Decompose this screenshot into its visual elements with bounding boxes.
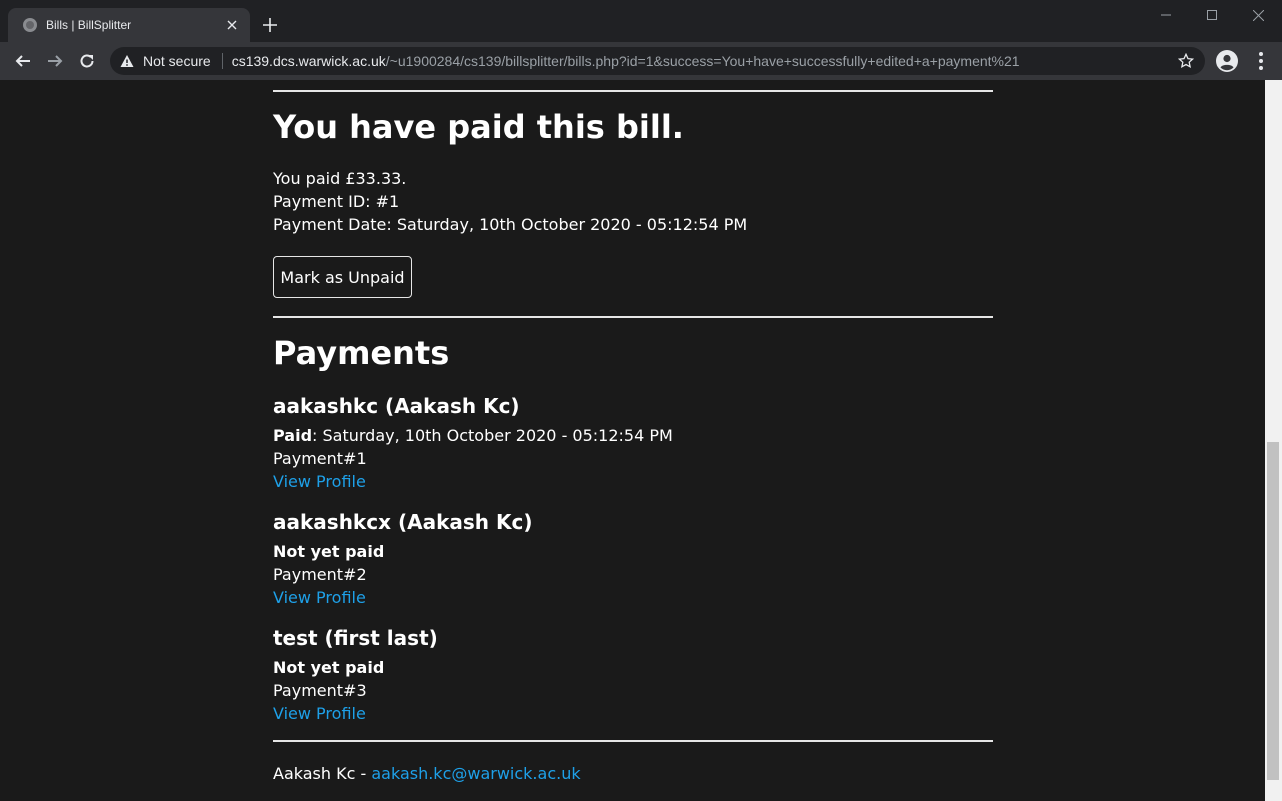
forward-arrow-icon[interactable] [41,47,69,75]
payment-status-label: Not yet paid [273,658,385,677]
payment-reference: Payment#1 [273,449,367,468]
close-tab-icon[interactable] [222,15,242,35]
profile-avatar-icon[interactable] [1215,49,1239,73]
scrollbar-thumb[interactable] [1267,442,1279,780]
close-window-icon[interactable] [1235,0,1281,30]
view-profile-link[interactable]: View Profile [273,470,366,493]
page-scrollbar[interactable] [1265,80,1282,801]
payment-user-name: test (first last) [273,626,438,650]
section-divider [273,316,993,318]
mark-as-unpaid-button[interactable]: Mark as Unpaid [273,256,412,298]
back-arrow-icon[interactable] [9,47,37,75]
address-bar[interactable]: Not secure cs139.dcs.warwick.ac.uk /~u19… [110,47,1205,75]
payment-status-label: Not yet paid [273,542,385,561]
payment-status: Not yet paid [273,540,384,563]
payments-heading: Payments [273,334,450,372]
payment-date-text: Payment Date: Saturday, 10th October 202… [273,215,748,234]
minimize-icon[interactable] [1143,0,1189,30]
payment-status-label: Paid [273,426,313,445]
url-path: /~u1900284/cs139/billsplitter/bills.php?… [385,53,1020,69]
menu-kebab-icon[interactable] [1252,49,1270,73]
amount-paid-text: You paid £33.33. [273,169,407,188]
footer-email-link[interactable]: aakash.kc@warwick.ac.uk [371,764,580,783]
tab-title: Bills | BillSplitter [46,18,132,32]
page-viewport: You have paid this bill. You paid £33.33… [0,80,1265,801]
payment-user-name: aakashkcx (Aakash Kc) [273,510,533,534]
globe-icon [23,18,37,32]
omnibox-divider [221,53,223,69]
footer: Aakash Kc - aakash.kc@warwick.ac.uk [273,762,581,785]
paid-heading: You have paid this bill. [273,108,684,146]
footer-divider [273,740,993,742]
payment-reference: Payment#3 [273,681,367,700]
url-host: cs139.dcs.warwick.ac.uk [231,53,386,69]
footer-author: Aakash Kc - [273,764,372,783]
payment-id-text: Payment ID: #1 [273,192,400,211]
payment-status: Not yet paid [273,656,384,679]
top-divider [273,90,993,92]
tab-strip: Bills | BillSplitter [0,0,1282,42]
reload-icon[interactable] [73,47,101,75]
security-label[interactable]: Not secure [143,53,211,69]
bookmark-star-icon[interactable] [1177,52,1195,70]
browser-tab[interactable]: Bills | BillSplitter [8,8,250,42]
view-profile-link[interactable]: View Profile [273,702,366,725]
payment-reference: Payment#2 [273,565,367,584]
payment-status: Paid: Saturday, 10th October 2020 - 05:1… [273,424,673,447]
maximize-icon[interactable] [1189,0,1235,30]
warning-icon [120,55,134,67]
new-tab-icon[interactable] [258,13,282,37]
payment-status-detail: : Saturday, 10th October 2020 - 05:12:54… [312,426,673,445]
view-profile-link[interactable]: View Profile [273,586,366,609]
payment-user-name: aakashkc (Aakash Kc) [273,394,520,418]
